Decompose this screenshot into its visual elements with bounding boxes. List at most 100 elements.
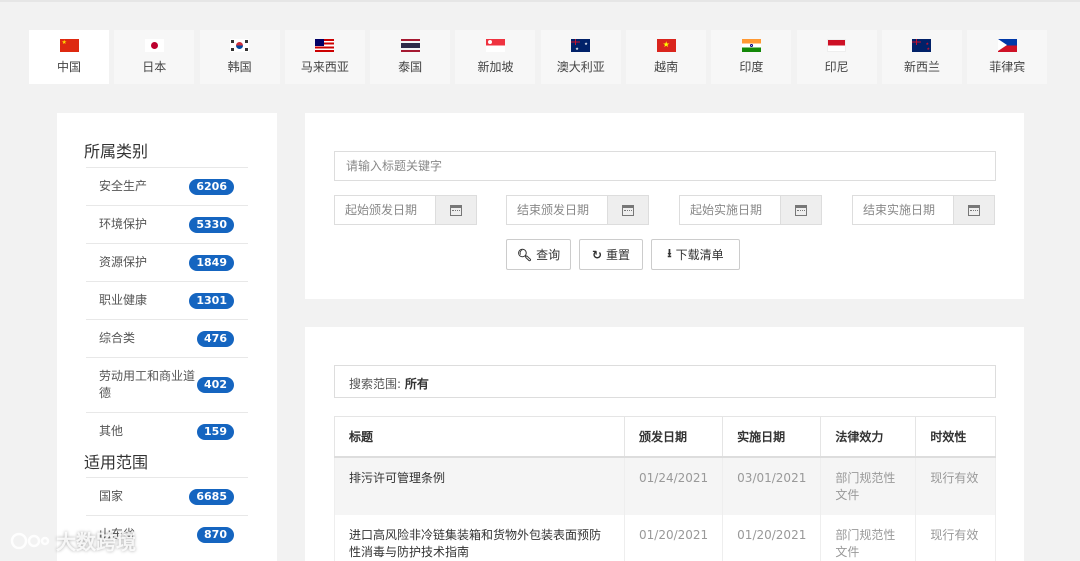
tab-label: 泰国 xyxy=(398,60,423,74)
count-badge: 5330 xyxy=(189,216,234,233)
count-badge: 1301 xyxy=(189,292,234,309)
keyword-search-input[interactable] xyxy=(334,151,996,181)
tab-indonesia[interactable]: 印尼 xyxy=(796,30,877,84)
watermark: 大数跨境 xyxy=(10,526,136,555)
column-header-validity[interactable]: 时效性 xyxy=(915,416,996,458)
row-effective-date: 01/20/2021 xyxy=(722,514,822,561)
calendar-icon xyxy=(622,204,634,216)
category-item[interactable]: 资源保护 1849 xyxy=(86,243,248,281)
query-button-label: 查询 xyxy=(536,248,561,262)
row-validity: 现行有效 xyxy=(915,456,996,515)
tab-philippines[interactable]: 菲律宾 xyxy=(967,30,1048,84)
tab-label: 越南 xyxy=(654,60,679,74)
tab-thailand[interactable]: 泰国 xyxy=(370,30,451,84)
tab-china[interactable]: ★ 中国 xyxy=(29,30,109,84)
calendar-icon xyxy=(968,204,980,216)
category-item[interactable]: 综合类 476 xyxy=(86,319,248,357)
calendar-icon xyxy=(795,204,807,216)
watermark-logo-icon xyxy=(10,532,50,549)
table-row[interactable]: 进口高风险非冷链集装箱和货物外包装表面预防性消毒与防护技术指南 01/20/20… xyxy=(334,514,996,561)
category-item[interactable]: 职业健康 1301 xyxy=(86,281,248,319)
row-legal-effect: 部门规范性文件 xyxy=(820,514,917,561)
tab-korea[interactable]: 韩国 xyxy=(199,30,280,84)
column-header-issue-date[interactable]: 颁发日期 xyxy=(623,416,724,458)
top-divider xyxy=(0,0,1080,2)
count-badge: 476 xyxy=(197,330,234,347)
tab-japan[interactable]: 日本 xyxy=(114,30,195,84)
category-item[interactable]: 安全生产 6206 xyxy=(86,167,248,205)
category-item[interactable]: 其他 159 xyxy=(86,412,248,450)
tab-singapore[interactable]: 新加坡 xyxy=(455,30,536,84)
tab-label: 新西兰 xyxy=(903,60,940,74)
tab-label: 菲律宾 xyxy=(989,60,1026,74)
category-label: 其他 xyxy=(99,424,124,438)
tab-label: 新加坡 xyxy=(477,60,514,74)
column-header-legal-effect[interactable]: 法律效力 xyxy=(820,416,917,458)
filter-sidebar: 所属类别 安全生产 6206 环境保护 5330 资源保护 1849 职业健康 … xyxy=(57,113,277,561)
tab-label: 印度 xyxy=(739,60,764,74)
calendar-icon xyxy=(450,204,462,216)
results-table: 标题 颁发日期 实施日期 法律效力 时效性 排污许可管理条例 01/24/202… xyxy=(334,416,996,561)
indonesia-flag-icon xyxy=(827,39,847,52)
category-label: 环境保护 xyxy=(99,217,148,231)
category-label: 资源保护 xyxy=(99,255,148,269)
row-title[interactable]: 进口高风险非冷链集装箱和货物外包装表面预防性消毒与防护技术指南 xyxy=(334,514,625,561)
thailand-flag-icon xyxy=(400,39,420,52)
australia-flag-icon: ★ ★ xyxy=(571,39,591,52)
issue-end-date-input[interactable] xyxy=(506,195,607,225)
table-header-row: 标题 颁发日期 实施日期 法律效力 时效性 xyxy=(334,416,996,458)
effective-start-date-input[interactable] xyxy=(679,195,780,225)
calendar-button[interactable] xyxy=(435,195,477,225)
row-effective-date: 03/01/2021 xyxy=(722,456,822,515)
category-item[interactable]: 劳动用工和商业道德 402 xyxy=(86,357,248,412)
scope-item[interactable]: 国家 6685 xyxy=(86,477,248,515)
download-button-label: 下载清单 xyxy=(675,248,724,262)
tab-malaysia[interactable]: 马来西亚 xyxy=(284,30,365,84)
tab-label: 印尼 xyxy=(824,60,849,74)
tab-vietnam[interactable]: ★ 越南 xyxy=(626,30,707,84)
singapore-flag-icon xyxy=(485,39,505,52)
scope-label: 国家 xyxy=(99,489,124,503)
search-scope-bar: 搜索范围: 所有 xyxy=(334,365,996,398)
tab-label: 澳大利亚 xyxy=(556,60,605,74)
new-zealand-flag-icon: ★ ★ xyxy=(912,39,932,52)
download-list-button[interactable]: ⭳ 下载清单 xyxy=(651,239,740,270)
tab-australia[interactable]: ★ ★ 澳大利亚 xyxy=(540,30,621,84)
count-badge: 1849 xyxy=(189,254,234,271)
china-flag-icon: ★ xyxy=(59,39,79,52)
search-scope-label: 搜索范围: xyxy=(349,377,405,391)
reset-button-label: 重置 xyxy=(606,248,631,262)
tab-label: 中国 xyxy=(56,60,81,74)
tab-india[interactable]: 印度 xyxy=(711,30,792,84)
india-flag-icon xyxy=(741,39,761,52)
row-legal-effect: 部门规范性文件 xyxy=(820,456,917,515)
philippines-flag-icon xyxy=(997,39,1017,52)
country-tabs: ★ 中国 日本 韩国 马来西亚 泰国 新加坡 ★ ★ 澳大利亚 ★ 越南 印度 … xyxy=(29,30,1052,84)
count-badge: 870 xyxy=(197,526,234,543)
japan-flag-icon xyxy=(144,39,164,52)
vietnam-flag-icon: ★ xyxy=(656,39,676,52)
column-header-effective-date[interactable]: 实施日期 xyxy=(722,416,822,458)
row-title[interactable]: 排污许可管理条例 xyxy=(334,456,625,515)
category-item[interactable]: 环境保护 5330 xyxy=(86,205,248,243)
tab-label: 日本 xyxy=(142,60,167,74)
issue-start-date-input[interactable] xyxy=(334,195,435,225)
category-list: 安全生产 6206 环境保护 5330 资源保护 1849 职业健康 1301 … xyxy=(86,167,248,450)
category-label: 安全生产 xyxy=(99,179,148,193)
scope-section-title: 适用范围 xyxy=(84,453,149,472)
tab-new-zealand[interactable]: ★ ★ 新西兰 xyxy=(881,30,962,84)
count-badge: 159 xyxy=(197,423,234,440)
category-section-title: 所属类别 xyxy=(84,142,149,161)
malaysia-flag-icon xyxy=(315,39,335,52)
row-validity: 现行有效 xyxy=(915,514,996,561)
count-badge: 6206 xyxy=(189,178,234,195)
query-button[interactable]: 🔍︎ 查询 xyxy=(506,239,571,270)
column-header-title[interactable]: 标题 xyxy=(334,416,625,458)
calendar-button[interactable] xyxy=(780,195,822,225)
effective-end-date-input[interactable] xyxy=(852,195,953,225)
reset-button[interactable]: ↻ 重置 xyxy=(579,239,643,270)
count-badge: 6685 xyxy=(189,488,234,505)
calendar-button[interactable] xyxy=(953,195,995,225)
calendar-button[interactable] xyxy=(607,195,649,225)
table-row[interactable]: 排污许可管理条例 01/24/2021 03/01/2021 部门规范性文件 现… xyxy=(334,456,996,515)
